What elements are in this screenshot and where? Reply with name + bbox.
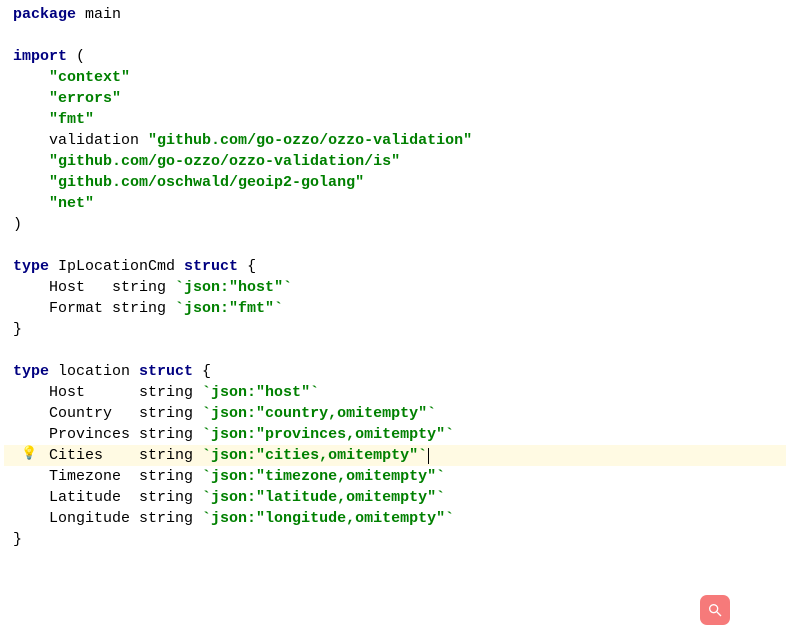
code-line: "github.com/oschwald/geoip2-golang" xyxy=(4,172,786,193)
keyword: package xyxy=(13,6,76,23)
struct-tag: `json:"host"` xyxy=(202,384,319,401)
identifier: IpLocationCmd xyxy=(49,258,184,275)
code-line: Country string `json:"country,omitempty"… xyxy=(4,403,786,424)
identifier: location xyxy=(49,363,139,380)
field-decl: Country string xyxy=(49,405,202,422)
code-line: } xyxy=(4,529,786,550)
code-line: Longitude string `json:"longitude,omitem… xyxy=(4,508,786,529)
code-line: Latitude string `json:"latitude,omitempt… xyxy=(4,487,786,508)
code-line: "github.com/go-ozzo/ozzo-validation/is" xyxy=(4,151,786,172)
keyword: struct xyxy=(139,363,193,380)
keyword: import xyxy=(13,48,67,65)
string-literal: "net" xyxy=(49,195,94,212)
struct-tag: `json:"latitude,omitempty"` xyxy=(202,489,445,506)
brace: { xyxy=(238,258,256,275)
string-literal: "fmt" xyxy=(49,111,94,128)
code-line: ) xyxy=(4,214,786,235)
field-decl: Host string xyxy=(49,384,202,401)
brace: } xyxy=(13,321,22,338)
field-decl: Format string xyxy=(49,300,175,317)
struct-tag: `json:"country,omitempty"` xyxy=(202,405,436,422)
paren: ( xyxy=(67,48,85,65)
code-line: validation "github.com/go-ozzo/ozzo-vali… xyxy=(4,130,786,151)
code-line: "errors" xyxy=(4,88,786,109)
brace: { xyxy=(193,363,211,380)
string-literal: "context" xyxy=(49,69,130,86)
string-literal: "errors" xyxy=(49,90,121,107)
field-decl: Provinces string xyxy=(49,426,202,443)
code-line: } xyxy=(4,319,786,340)
code-line: type location struct { xyxy=(4,361,786,382)
intention-bulb-icon[interactable]: 💡 xyxy=(21,445,37,463)
code-line-blank xyxy=(4,25,786,46)
paren: ) xyxy=(13,216,22,233)
keyword: type xyxy=(13,363,49,380)
search-icon xyxy=(707,602,723,618)
field-decl: Latitude string xyxy=(49,489,202,506)
string-literal: "github.com/go-ozzo/ozzo-validation" xyxy=(148,132,472,149)
struct-tag: `json:"host"` xyxy=(175,279,292,296)
code-line: Host string `json:"host"` xyxy=(4,277,786,298)
string-literal: "github.com/oschwald/geoip2-golang" xyxy=(49,174,364,191)
text-cursor xyxy=(428,448,429,464)
field-decl: Longitude string xyxy=(49,510,202,527)
code-line: "fmt" xyxy=(4,109,786,130)
brace: } xyxy=(13,531,22,548)
code-line: Format string `json:"fmt"` xyxy=(4,298,786,319)
code-line-blank xyxy=(4,340,786,361)
code-line: import ( xyxy=(4,46,786,67)
identifier: validation xyxy=(49,132,148,149)
string-literal: "github.com/go-ozzo/ozzo-validation/is" xyxy=(49,153,400,170)
keyword: type xyxy=(13,258,49,275)
code-line: Host string `json:"host"` xyxy=(4,382,786,403)
search-button[interactable] xyxy=(700,595,730,625)
code-line: Timezone string `json:"timezone,omitempt… xyxy=(4,466,786,487)
struct-tag: `json:"fmt"` xyxy=(175,300,283,317)
code-line: type IpLocationCmd struct { xyxy=(4,256,786,277)
code-line-blank xyxy=(4,235,786,256)
field-decl: Host string xyxy=(49,279,175,296)
code-line: Provinces string `json:"provinces,omitem… xyxy=(4,424,786,445)
struct-tag: `json:"timezone,omitempty"` xyxy=(202,468,445,485)
code-line: "context" xyxy=(4,67,786,88)
struct-tag: `json:"provinces,omitempty"` xyxy=(202,426,454,443)
field-decl: Cities string xyxy=(49,447,202,464)
struct-tag: `json:"cities,omitempty"` xyxy=(202,447,427,464)
keyword: struct xyxy=(184,258,238,275)
identifier: main xyxy=(76,6,121,23)
code-line: package main xyxy=(4,4,786,25)
struct-tag: `json:"longitude,omitempty"` xyxy=(202,510,454,527)
code-line: "net" xyxy=(4,193,786,214)
code-editor[interactable]: package main import ( "context" "errors"… xyxy=(0,0,786,554)
code-line-active: 💡 Cities string `json:"cities,omitempty"… xyxy=(4,445,786,466)
field-decl: Timezone string xyxy=(49,468,202,485)
